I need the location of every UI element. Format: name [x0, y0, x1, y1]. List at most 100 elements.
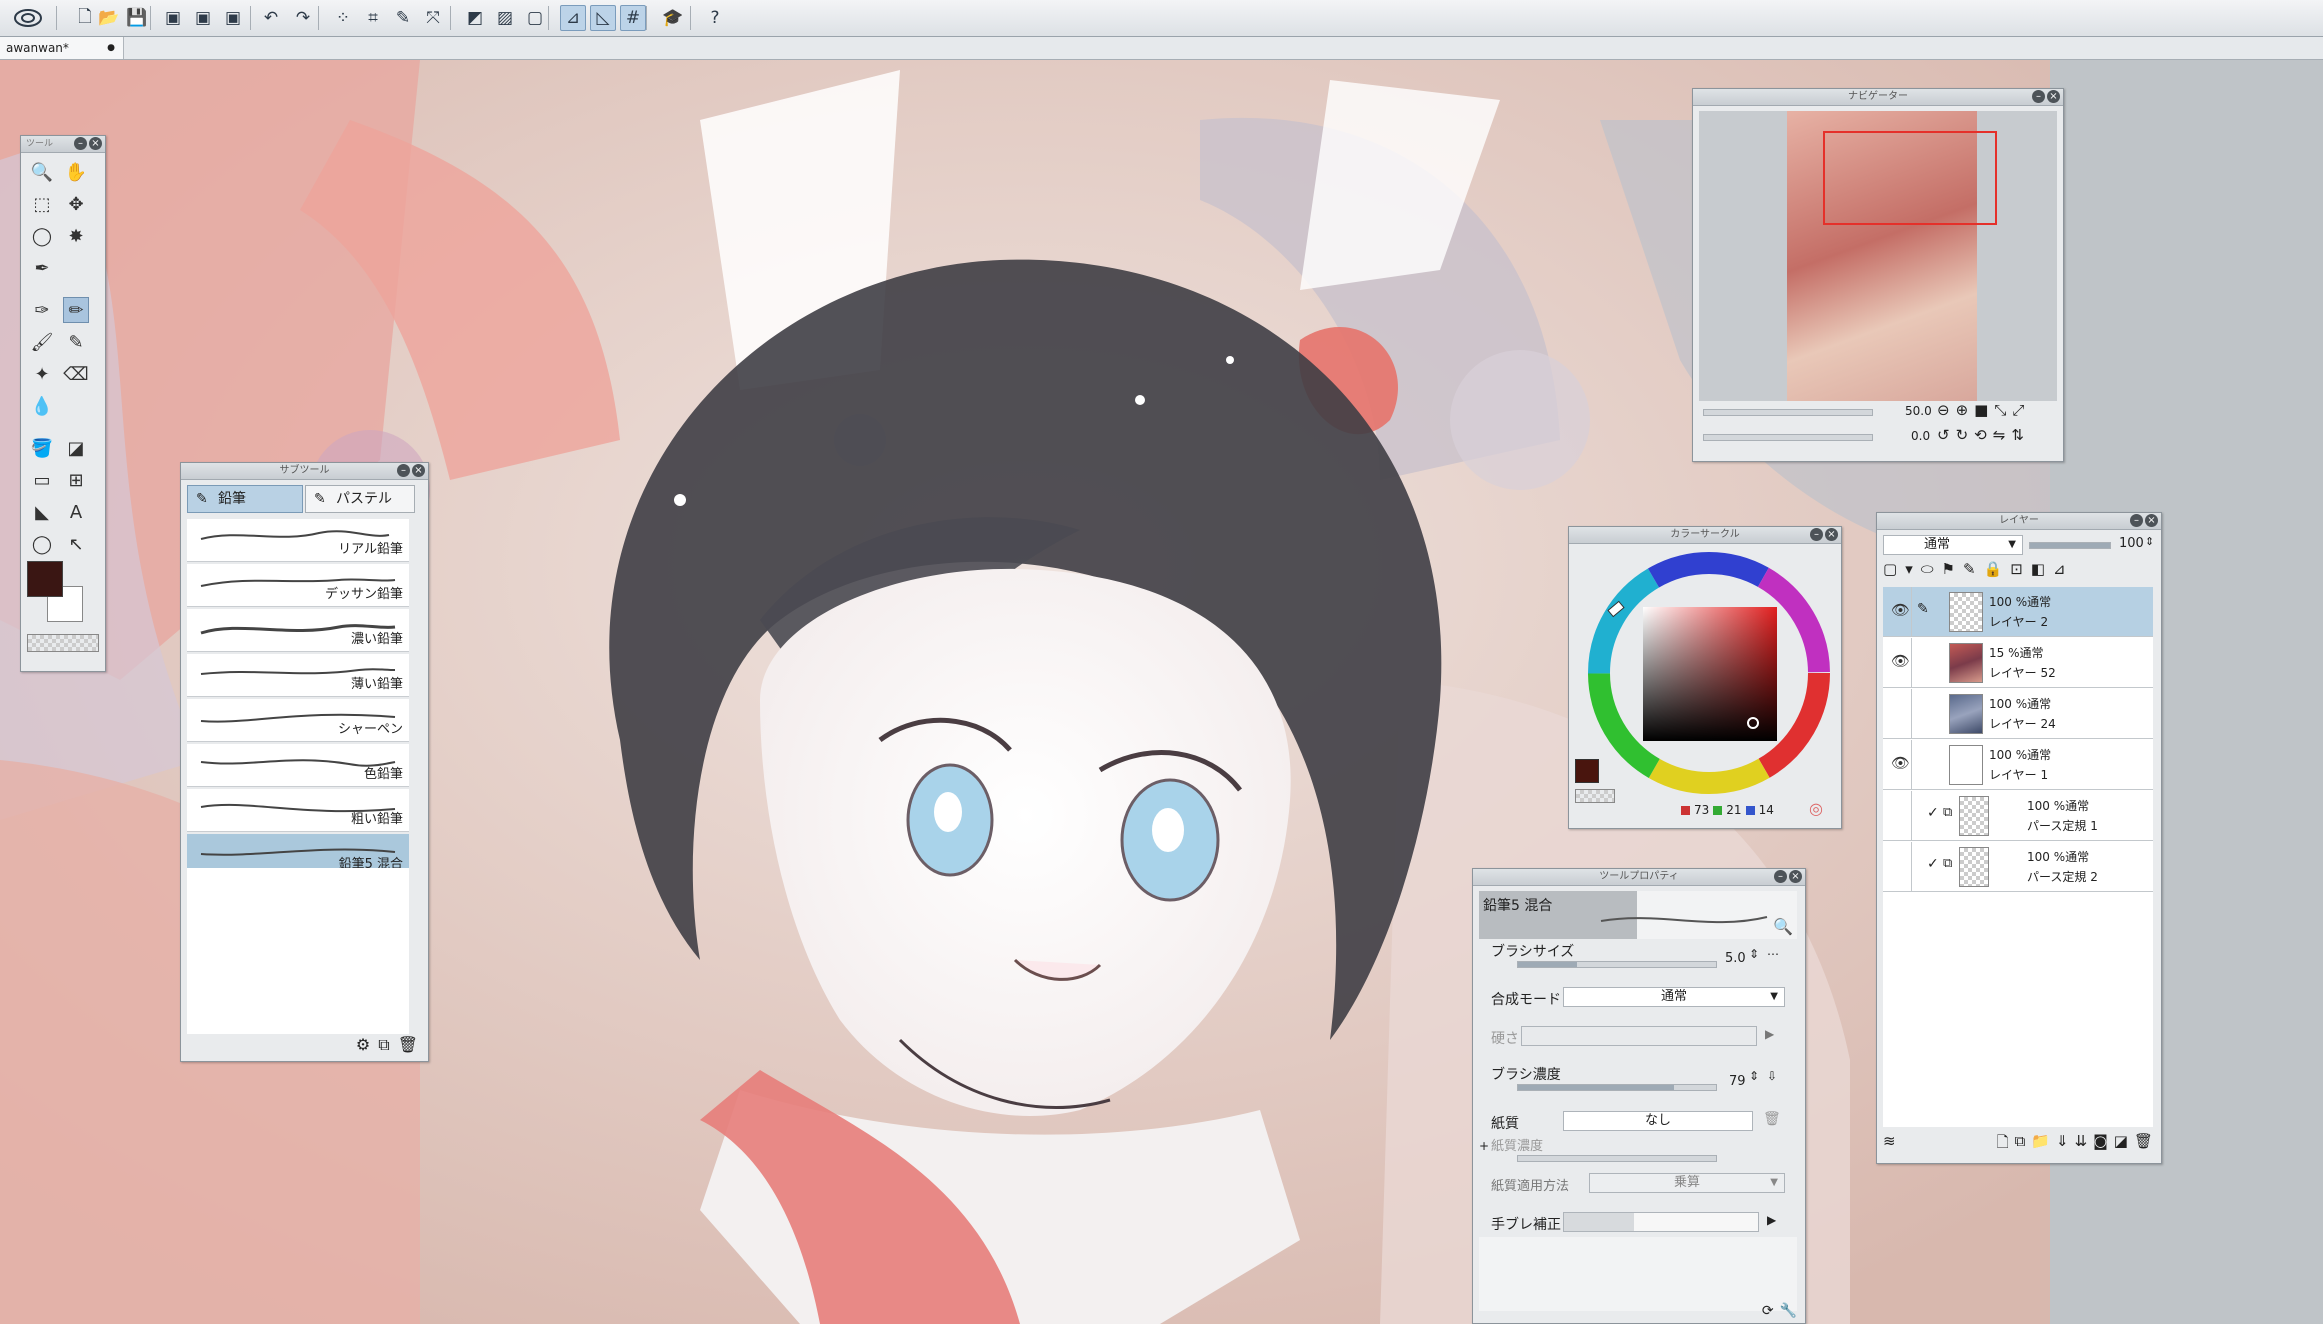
layer-row[interactable]: ✓ ⧉ 100 %通常 パース定規 1	[1883, 791, 2153, 841]
brush-item[interactable]: 色鉛筆	[187, 744, 409, 787]
minimize-icon[interactable]: –	[397, 464, 410, 477]
reset-icon[interactable]: ⟳	[1762, 1303, 1774, 1319]
brush-item[interactable]: 薄い鉛筆	[187, 654, 409, 697]
balloon-tool-icon[interactable]: ◯	[29, 531, 55, 557]
navigator-preview[interactable]	[1699, 111, 2057, 401]
fill-icon[interactable]: ◩	[462, 5, 488, 31]
actual-size-icon[interactable]: ■	[1974, 401, 1988, 419]
fit-navigator-icon[interactable]: ⤡	[1994, 401, 2006, 419]
reference-layer-icon[interactable]: ⚑	[1942, 560, 1955, 578]
clear-selection-icon[interactable]: ⁘	[330, 5, 356, 31]
layer-opacity-slider[interactable]	[2029, 542, 2111, 549]
lock-transparent-icon[interactable]: ⊡	[2010, 560, 2023, 578]
navigator-titlebar[interactable]: ナビゲーター – ×	[1693, 89, 2063, 106]
brush-item[interactable]: デッサン鉛筆	[187, 564, 409, 607]
mask-icon[interactable]: ◧	[2031, 560, 2045, 578]
lasso-tool-icon[interactable]: ◯	[29, 223, 55, 249]
layer-row[interactable]: 👁 15 %通常 レイヤー 52	[1883, 638, 2153, 688]
delete-sub-tool-icon[interactable]: 🗑	[398, 1035, 418, 1055]
clip-lower-icon[interactable]: ⬭	[1921, 560, 1934, 578]
layer-row[interactable]: 👁 100 %通常 レイヤー 1	[1883, 740, 2153, 790]
undo-icon[interactable]: ↶	[258, 5, 284, 31]
help-icon[interactable]: ?	[702, 5, 728, 31]
check-icon[interactable]: ✓	[1927, 805, 1939, 821]
draft-layer-icon[interactable]: ✎	[1963, 560, 1976, 578]
zoom-out-icon[interactable]: ⊖	[1937, 401, 1950, 419]
current-color-swatch[interactable]	[1575, 759, 1599, 783]
airbrush-tool-icon[interactable]: ✎	[63, 329, 89, 355]
tool-palette-titlebar[interactable]: ツール – ×	[21, 136, 105, 153]
density-stepper[interactable]: ⇕	[1749, 1069, 1759, 1083]
export-psd-icon[interactable]: ▣	[220, 5, 246, 31]
move-layer-tool-icon[interactable]: ✥	[63, 191, 89, 217]
paper-density-slider[interactable]	[1517, 1155, 1717, 1162]
export-jpg-icon[interactable]: ▣	[160, 5, 186, 31]
transform-icon[interactable]: ✎	[390, 5, 416, 31]
eyedropper-tool-icon[interactable]: ✒	[29, 255, 55, 281]
export-png-icon[interactable]: ▣	[190, 5, 216, 31]
gradient-icon[interactable]: ▨	[492, 5, 518, 31]
decoration-tool-icon[interactable]: ✦	[29, 361, 55, 387]
navigator-viewport-frame[interactable]	[1823, 131, 1997, 225]
layer-row[interactable]: 👁 ✎ 100 %通常 レイヤー 2	[1883, 587, 2153, 637]
hsv-toggle-icon[interactable]: ◎	[1809, 799, 1823, 818]
expand-icon[interactable]: +	[1479, 1139, 1489, 1153]
close-icon[interactable]: ×	[89, 137, 102, 150]
reset-rotation-icon[interactable]: ⟲	[1974, 426, 1987, 444]
crop-icon[interactable]: ⌗	[360, 5, 386, 31]
ruler-tool-icon[interactable]: ◣	[29, 499, 55, 525]
pressure-icon[interactable]: ⋯	[1767, 947, 1779, 961]
zoom-tool-icon[interactable]: 🔍	[29, 159, 55, 185]
layer-property-icon[interactable]: ≋	[1883, 1132, 1896, 1157]
app-logo-icon[interactable]	[8, 5, 48, 31]
flip-vertical-icon[interactable]: ⇅	[2011, 426, 2024, 444]
eye-icon[interactable]: 👁	[1891, 652, 1910, 670]
snap-ruler-icon[interactable]: ⊿	[560, 5, 586, 31]
eraser-tool-icon[interactable]: ⌫	[63, 361, 89, 387]
brush-item[interactable]: 濃い鉛筆	[187, 609, 409, 652]
fit-window-icon[interactable]: ⤢	[2012, 401, 2024, 419]
zoom-in-icon[interactable]: ⊕	[1956, 401, 1969, 419]
brush-item[interactable]: 粗い鉛筆	[187, 789, 409, 832]
hardness-arrow-icon[interactable]: ▶	[1765, 1027, 1774, 1041]
blend-tool-icon[interactable]: 💧	[29, 393, 55, 419]
frame-icon[interactable]: ▢	[522, 5, 548, 31]
brush-size-slider[interactable]	[1517, 961, 1717, 968]
new-folder-icon[interactable]: 📁	[2031, 1132, 2050, 1157]
brush-tool-icon[interactable]: 🖌	[29, 329, 55, 355]
color-circle-titlebar[interactable]: カラーサークル – ×	[1569, 527, 1841, 544]
ruler-display-icon[interactable]: ⊿	[2053, 560, 2066, 578]
transparent-color-swatch[interactable]	[27, 634, 99, 652]
save-icon[interactable]: 💾	[124, 5, 150, 31]
minimize-icon[interactable]: –	[1810, 528, 1823, 541]
close-icon[interactable]: ×	[412, 464, 425, 477]
rotate-right-icon[interactable]: ↻	[1956, 426, 1969, 444]
auto-select-tool-icon[interactable]: ✸	[63, 223, 89, 249]
paper-clear-icon[interactable]: 🗑	[1763, 1111, 1781, 1127]
pen-tool-icon[interactable]: ✑	[29, 297, 55, 323]
brush-item[interactable]: シャーペン	[187, 699, 409, 742]
minimize-icon[interactable]: –	[2032, 90, 2045, 103]
color-wheel[interactable]	[1575, 549, 1837, 797]
apply-mask-icon[interactable]: ◪	[2114, 1132, 2128, 1157]
hardness-selector[interactable]	[1521, 1026, 1757, 1046]
density-pressure-icon[interactable]: ⇩	[1767, 1069, 1777, 1083]
eye-icon[interactable]: 👁	[1891, 754, 1910, 772]
stabilizer-selector[interactable]	[1563, 1212, 1759, 1232]
layer-opacity-stepper[interactable]: ⇕	[2145, 535, 2154, 548]
check-icon[interactable]: ✓	[1927, 856, 1939, 872]
minimize-icon[interactable]: –	[74, 137, 87, 150]
hand-tool-icon[interactable]: ✋	[63, 159, 89, 185]
preview-zoom-icon[interactable]: 🔍	[1773, 917, 1793, 936]
layer-row[interactable]: 100 %通常 レイヤー 24	[1883, 689, 2153, 739]
learn-icon[interactable]: 🎓	[660, 5, 686, 31]
text-tool-icon[interactable]: A	[63, 499, 89, 525]
close-icon[interactable]: ×	[1789, 870, 1802, 883]
fit-icon[interactable]: ⤧	[420, 5, 446, 31]
tab-pencil[interactable]: ✎ 鉛筆	[187, 485, 303, 513]
paper-method-select[interactable]: 乗算 ▼	[1589, 1173, 1785, 1193]
close-icon[interactable]: ×	[1825, 528, 1838, 541]
sub-tool-settings-icon[interactable]: ⚙	[356, 1035, 370, 1055]
new-mask-icon[interactable]: ◙	[2093, 1132, 2108, 1157]
layer-color-dropdown-icon[interactable]: ▾	[1905, 560, 1913, 578]
